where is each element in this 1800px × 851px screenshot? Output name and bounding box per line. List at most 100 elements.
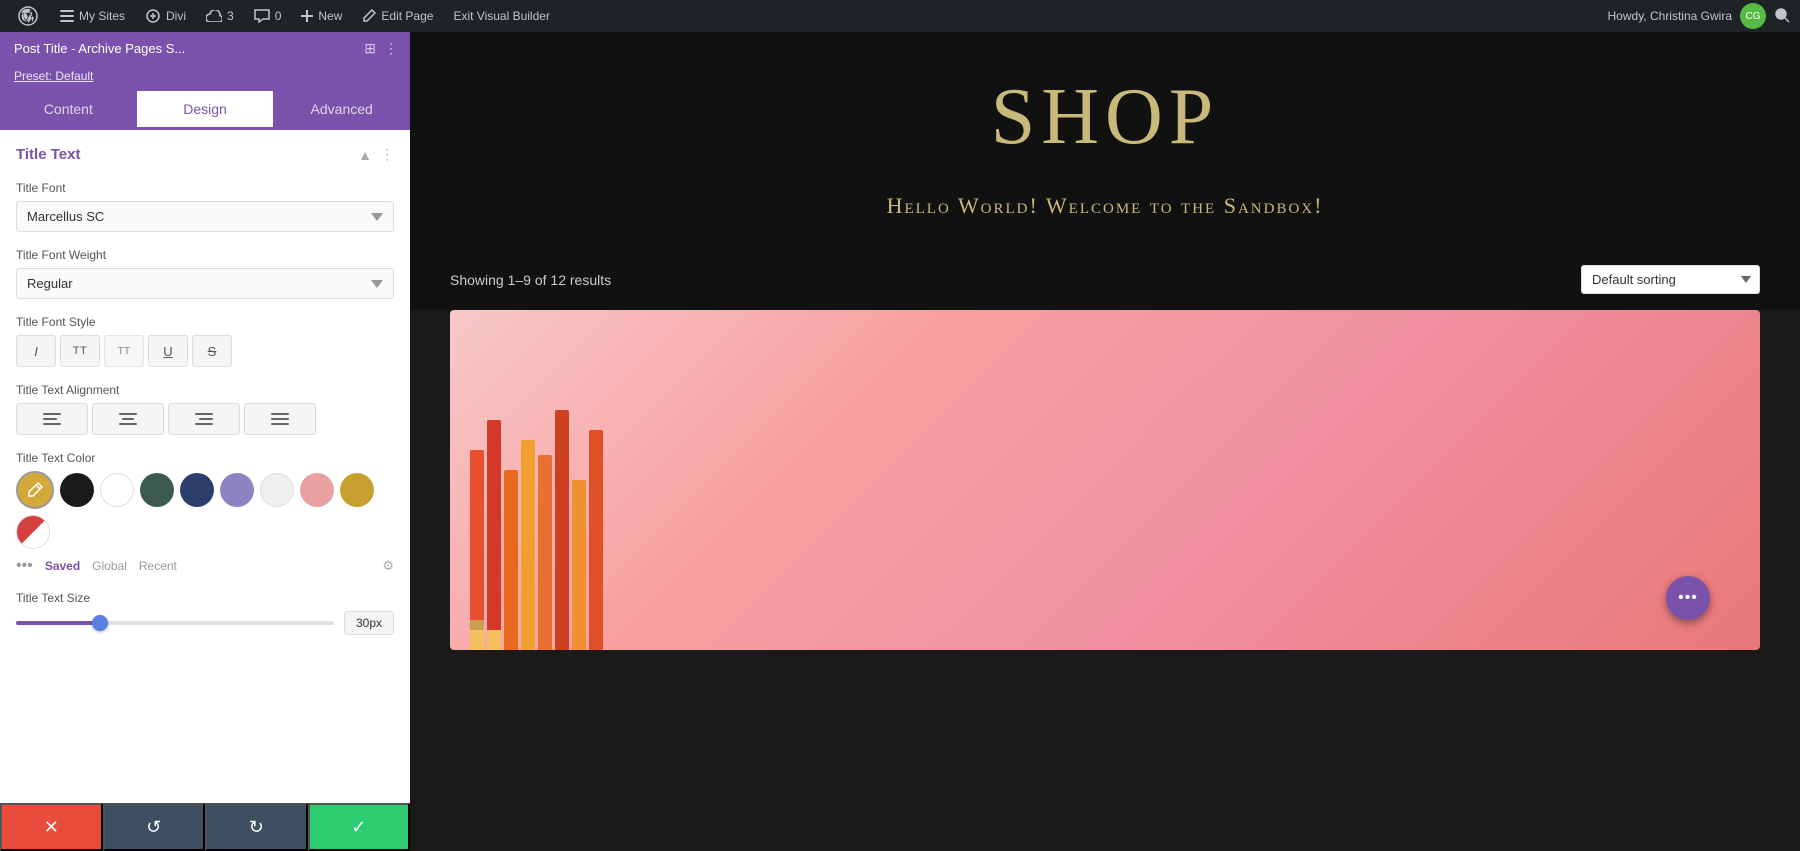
slider-value: 30px [344,611,394,635]
cancel-button[interactable]: ✕ [0,803,103,851]
panel-tabs: Content Design Advanced [0,91,410,130]
undo-button[interactable]: ↺ [103,803,206,851]
results-text: Showing 1–9 of 12 results [450,272,611,288]
align-center-button[interactable] [92,403,164,435]
preset-label[interactable]: Preset: Default [14,69,93,83]
align-justify-button[interactable] [244,403,316,435]
panel-menu-icon[interactable]: ⋮ [384,40,398,57]
comments-menu[interactable]: 0 [246,0,290,32]
title-font-weight-field: Title Font Weight Regular [0,240,410,307]
main-layout: Post Title - Archive Pages S... ⊞ ⋮ Pres… [0,32,1800,851]
redo-button[interactable]: ↻ [205,803,308,851]
shop-subheading: Hello World! Welcome to the Sandbox! [410,183,1800,249]
color-swatch-purple[interactable] [220,473,254,507]
title-size-field: Title Text Size 30px [0,583,410,643]
pencil-8 [589,430,603,650]
fab-button[interactable]: ••• [1666,576,1710,620]
panel-header-icons: ⊞ ⋮ [364,40,398,57]
title-alignment-label: Title Text Alignment [16,383,394,397]
exit-builder-menu[interactable]: Exit Visual Builder [445,0,558,32]
small-caps-button[interactable]: TT [60,335,100,367]
shop-meta-bar: Showing 1–9 of 12 results Default sortin… [410,249,1800,310]
title-color-label: Title Text Color [16,451,394,465]
color-tab-recent[interactable]: Recent [139,559,177,573]
color-swatch-light[interactable] [260,473,294,507]
save-button[interactable]: ✓ [308,803,411,851]
tab-design[interactable]: Design [137,91,274,130]
wp-admin-bar: My Sites Divi 3 0 New Edit Page Exit Vis… [0,0,1800,32]
color-swatch-green[interactable] [140,473,174,507]
user-info: Howdy, Christina Gwira CG [1608,3,1792,29]
user-avatar[interactable]: CG [1740,3,1766,29]
color-swatches [16,471,394,549]
wp-logo[interactable] [8,0,48,32]
pencil-2 [487,420,501,650]
slider-row: 30px [16,611,394,635]
title-size-slider[interactable] [16,621,334,625]
pencil-5 [538,455,552,650]
right-canvas: SHOP Hello World! Welcome to the Sandbox… [410,32,1800,851]
preset-bar: Preset: Default [0,65,410,91]
section-header: Title Text ▲ ⋮ [0,130,410,173]
color-swatch-white[interactable] [100,473,134,507]
strikethrough-button[interactable]: S [192,335,232,367]
pencil-6 [555,410,569,650]
edit-page-menu[interactable]: Edit Page [354,0,441,32]
align-buttons-group [16,403,394,435]
title-font-select[interactable]: Marcellus SC [16,201,394,232]
color-swatch-gold[interactable] [340,473,374,507]
divi-menu[interactable]: Divi [137,0,194,32]
color-swatch-red[interactable] [16,515,50,549]
color-more-dots[interactable]: ••• [16,557,33,575]
new-menu[interactable]: New [293,0,350,32]
color-swatch-navy[interactable] [180,473,214,507]
color-swatch-black[interactable] [60,473,94,507]
title-size-label: Title Text Size [16,591,394,605]
title-color-field: Title Text Color • [0,443,410,583]
cloud-menu[interactable]: 3 [198,0,242,32]
align-right-button[interactable] [168,403,240,435]
title-font-weight-label: Title Font Weight [16,248,394,262]
sort-select[interactable]: Default sorting Sort by popularity Sort … [1581,265,1760,294]
section-menu-icon[interactable]: ⋮ [380,146,394,163]
panel-layout-icon[interactable]: ⊞ [364,40,376,57]
color-settings-icon[interactable]: ⚙ [382,558,394,574]
align-left-button[interactable] [16,403,88,435]
color-tab-saved[interactable]: Saved [45,559,80,573]
pencil-1 [470,450,484,650]
section-header-icons: ▲ ⋮ [358,146,394,163]
pencil-7 [572,480,586,650]
title-font-weight-select[interactable]: Regular [16,268,394,299]
title-font-style-label: Title Font Style [16,315,394,329]
title-alignment-field: Title Text Alignment [0,375,410,443]
canvas-inner: SHOP Hello World! Welcome to the Sandbox… [410,32,1800,851]
pencils-decoration [450,310,623,650]
style-buttons-group: I TT TT U S [16,335,394,367]
tab-advanced[interactable]: Advanced [273,91,410,130]
product-preview: ••• [450,310,1760,650]
panel-title: Post Title - Archive Pages S... [14,41,185,56]
color-tab-global[interactable]: Global [92,559,127,573]
title-font-field: Title Font Marcellus SC [0,173,410,240]
fab-dots-icon: ••• [1678,589,1698,607]
search-icon[interactable] [1774,7,1792,25]
underline-button[interactable]: U [148,335,188,367]
left-panel: Post Title - Archive Pages S... ⊞ ⋮ Pres… [0,32,410,851]
panel-header: Post Title - Archive Pages S... ⊞ ⋮ [0,32,410,65]
color-tabs: ••• Saved Global Recent ⚙ [16,557,394,575]
panel-content: Title Text ▲ ⋮ Title Font Marcellus SC T… [0,130,410,803]
title-font-style-field: Title Font Style I TT TT U S [0,307,410,375]
section-title: Title Text [16,146,80,163]
my-sites-menu[interactable]: My Sites [52,0,133,32]
collapse-icon[interactable]: ▲ [358,147,372,163]
uppercase-button[interactable]: TT [104,335,144,367]
pencil-3 [504,470,518,650]
pencil-4 [521,440,535,650]
color-swatch-pink[interactable] [300,473,334,507]
color-swatch-active[interactable] [16,471,54,509]
tab-content[interactable]: Content [0,91,137,130]
italic-button[interactable]: I [16,335,56,367]
panel-footer: ✕ ↺ ↻ ✓ [0,803,410,851]
shop-heading: SHOP [410,32,1800,183]
title-font-label: Title Font [16,181,394,195]
